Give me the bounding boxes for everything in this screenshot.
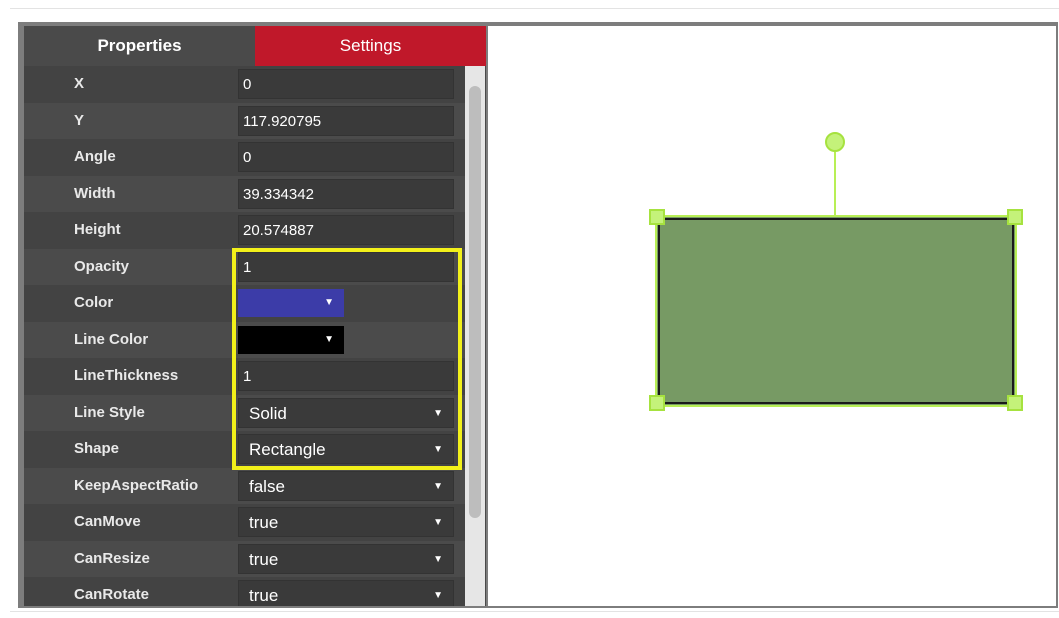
drawing-canvas[interactable] [488,26,1056,606]
property-row-line-color: Line Color ▼ [24,321,470,358]
height-input[interactable]: 20.574887 [238,215,454,245]
property-row-keep-aspect-ratio: KeepAspectRatio false ▼ [24,467,470,504]
property-row-height: Height 20.574887 [24,212,470,249]
property-row-angle: Angle 0 [24,139,470,176]
property-row-can-move: CanMove true ▼ [24,504,470,541]
property-row-y: Y 117.920795 [24,102,470,139]
line-color-picker[interactable]: ▼ [238,325,344,354]
can-resize-select[interactable]: true ▼ [238,543,454,574]
property-row-shape: Shape Rectangle ▼ [24,431,470,468]
select-value: true [249,513,279,532]
triangle-down-icon: ▼ [433,517,443,528]
property-label: Width [74,184,116,202]
rectangle-shape[interactable] [655,215,1017,407]
property-row-can-rotate: CanRotate true ▼ [24,577,470,606]
width-input[interactable]: 39.334342 [238,178,454,209]
resize-handle-bottom-right[interactable] [1007,395,1023,411]
property-row-x: X 0 [24,66,470,103]
property-label: Line Style [74,403,145,421]
can-move-select[interactable]: true ▼ [238,507,454,537]
property-label: CanMove [74,513,141,530]
tab-bar: Properties Settings [24,26,486,66]
triangle-down-icon: ▼ [433,590,443,601]
property-label: Shape [74,440,120,457]
property-row-line-thickness: LineThickness 1 [24,358,470,395]
triangle-down-icon: ▼ [433,407,443,419]
property-label: Line Color [74,330,149,348]
property-label: Color [74,294,114,311]
select-value: Solid [249,403,287,423]
resize-handle-top-left[interactable] [649,209,665,225]
top-divider [10,8,1059,9]
shape-select[interactable]: Rectangle ▼ [238,434,454,464]
property-label: CanResize [74,549,150,567]
opacity-input[interactable]: 1 [238,251,454,282]
keep-aspect-ratio-select[interactable]: false ▼ [238,470,454,501]
canvas-svg [649,132,1023,411]
property-label: X [74,75,85,92]
property-label: Opacity [74,257,130,275]
resize-handle-top-right[interactable] [1007,209,1023,225]
property-row-can-resize: CanResize true ▼ [24,540,470,577]
rotation-handle[interactable] [825,132,845,152]
tab-properties[interactable]: Properties [24,26,255,66]
property-label: CanRotate [74,586,150,603]
color-picker[interactable]: ▼ [238,289,344,317]
property-label: KeepAspectRatio [74,476,199,494]
property-label: Angle [74,148,116,165]
bottom-divider [10,611,1059,612]
property-row-color: Color ▼ [24,285,470,322]
angle-input[interactable]: 0 [238,142,454,172]
property-row-line-style: Line Style Solid ▼ [24,394,470,431]
select-value: Rectangle [249,440,326,459]
property-row-opacity: Opacity 1 [24,248,470,285]
triangle-down-icon: ▼ [324,333,334,345]
property-list: X 0 Y 117.920795 Angle 0 Width 39.334342… [24,66,470,606]
property-label: Y [74,111,85,129]
line-style-select[interactable]: Solid ▼ [238,397,454,428]
triangle-down-icon: ▼ [433,553,443,565]
select-value: true [249,586,279,605]
x-input[interactable]: 0 [238,69,454,99]
select-value: true [249,549,279,569]
triangle-down-icon: ▼ [433,444,443,455]
can-rotate-select[interactable]: true ▼ [238,580,454,606]
property-row-width: Width 39.334342 [24,175,470,212]
triangle-down-icon: ▼ [324,297,334,308]
properties-panel: Properties Settings X 0 Y 117.920795 Ang… [24,26,486,606]
scrollbar-thumb[interactable] [469,86,481,518]
line-thickness-input[interactable]: 1 [238,361,454,391]
resize-handle-bottom-left[interactable] [649,395,665,411]
select-value: false [249,476,285,496]
triangle-down-icon: ▼ [433,480,443,492]
property-label: LineThickness [74,367,179,384]
y-input[interactable]: 117.920795 [238,105,454,136]
property-label: Height [74,221,121,238]
tab-settings[interactable]: Settings [255,26,486,66]
